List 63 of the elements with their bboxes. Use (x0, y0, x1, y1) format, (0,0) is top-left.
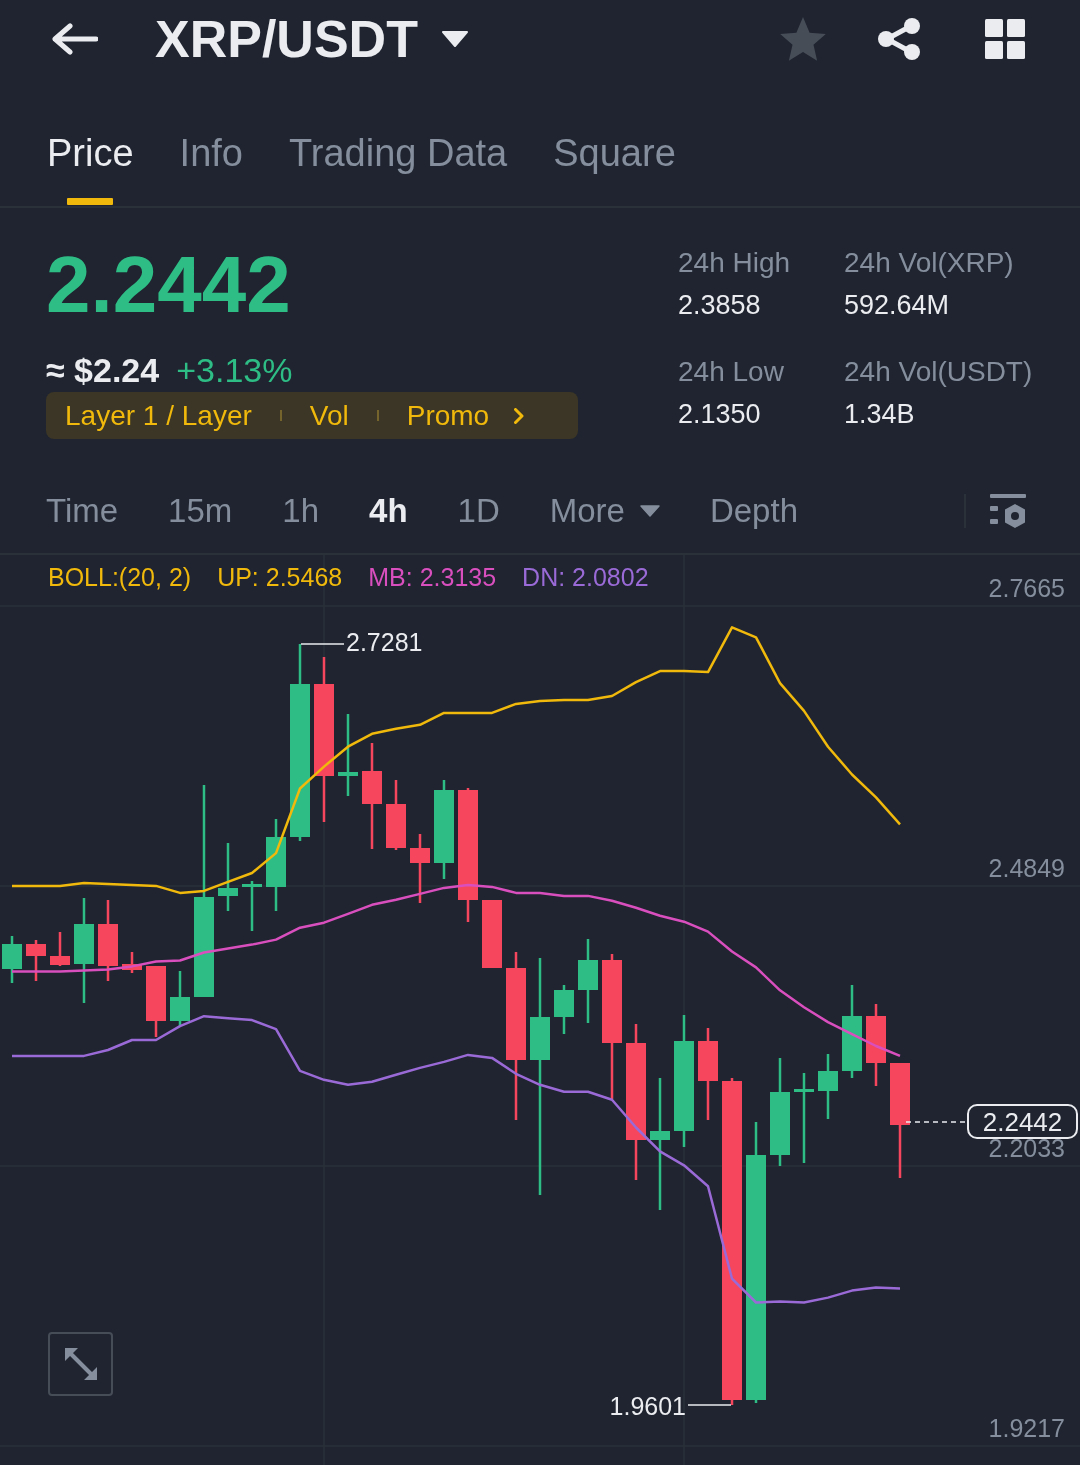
bullish-candle (554, 985, 574, 1034)
fullscreen-button[interactable] (48, 1332, 113, 1396)
indicator-legend: MB: 2.3135 (368, 563, 497, 591)
stat-label: 24h Low (678, 355, 784, 389)
bearish-candle (386, 780, 406, 850)
low-price-leader-line (687, 1404, 732, 1406)
star-icon[interactable] (780, 17, 826, 61)
last-price-label: 2.2442 (967, 1104, 1078, 1139)
bearish-candle (26, 940, 46, 981)
stat-value: 1.34B (844, 398, 915, 431)
bearish-candle (50, 932, 70, 966)
price-axis-label: 2.7665 (988, 579, 1065, 597)
interval-tab[interactable]: Depth (709, 491, 798, 531)
stat-label: 24h Vol(XRP) (844, 246, 1014, 280)
low-price-label: 1.9601 (609, 1395, 686, 1417)
interval-tab[interactable]: 15m (168, 491, 233, 531)
price-axis-label: 2.2033 (988, 1139, 1065, 1157)
bearish-candle (410, 834, 430, 903)
interval-tab[interactable]: 4h (369, 491, 408, 531)
bearish-candle (122, 952, 142, 973)
bullish-candle (818, 1054, 838, 1119)
stat-value: 2.3858 (678, 289, 761, 322)
bearish-candle (482, 900, 502, 968)
interval-tab[interactable]: 1h (282, 491, 320, 531)
fiat-price: ≈ $2.24 (46, 350, 160, 390)
tab[interactable]: Info (179, 130, 243, 206)
interval-tab[interactable]: More (549, 491, 660, 531)
stat-label: 24h Vol(USDT) (844, 355, 1033, 389)
grid-icon[interactable] (985, 19, 1025, 59)
tab[interactable]: Trading Data (288, 130, 508, 206)
indicator-title: BOLL:(20, 2) (48, 563, 192, 591)
chart-settings-icon[interactable] (990, 494, 1026, 528)
tag-link[interactable]: Promo (406, 398, 490, 433)
high-price-label: 2.7281 (346, 631, 423, 653)
interval-tab[interactable]: 1D (457, 491, 500, 531)
price-axis-label: 2.4849 (988, 859, 1065, 877)
pair-selector[interactable]: XRP/USDT (155, 9, 468, 69)
bullish-candle (170, 971, 190, 1026)
bullish-candle (2, 936, 22, 983)
price-axis-label: 1.9217 (988, 1419, 1065, 1437)
caret-down-icon (639, 505, 660, 517)
bearish-candle (146, 966, 166, 1037)
tag-link[interactable]: Layer 1 / Layer (65, 398, 252, 433)
price-change: +3.13% (176, 350, 293, 390)
share-icon[interactable] (878, 18, 920, 60)
back-icon[interactable] (52, 23, 98, 55)
indicator-legend: DN: 2.0802 (522, 563, 649, 591)
interval-tab[interactable]: Time (46, 491, 119, 531)
tag-link[interactable]: Vol (309, 398, 349, 433)
expand-icon (63, 1347, 98, 1381)
tab[interactable]: Price (47, 130, 134, 206)
stat-value: 592.64M (844, 289, 950, 322)
last-price: 2.2442 (46, 245, 291, 325)
last-price-dashed-line (905, 1121, 967, 1123)
bullish-candle (242, 881, 262, 931)
caret-down-icon (441, 31, 468, 47)
high-price-leader-line (300, 643, 345, 645)
stat-value: 2.1350 (678, 398, 761, 431)
chevron-right-icon[interactable] (514, 407, 525, 424)
tab[interactable]: Square (553, 130, 676, 206)
bullish-candle (218, 843, 238, 911)
indicator-legend: UP: 2.5468 (217, 563, 343, 591)
stat-label: 24h High (678, 246, 791, 280)
